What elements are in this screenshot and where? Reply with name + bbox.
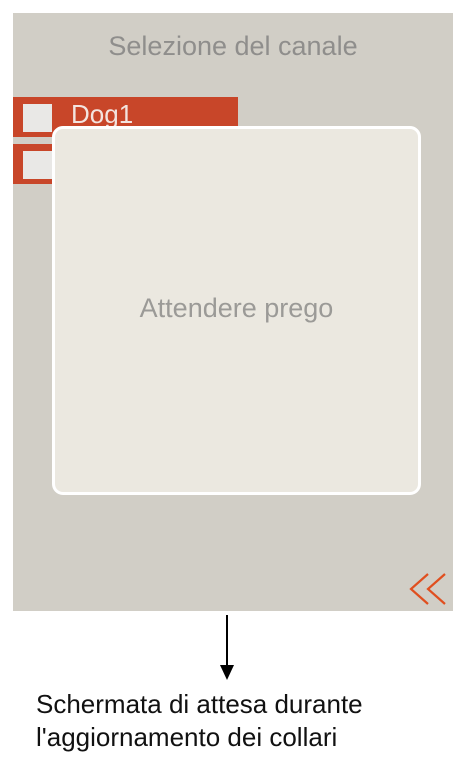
double-chevron-left-icon [409, 573, 446, 605]
device-screen: Selezione del canale Dog1 Attendere preg… [13, 13, 453, 611]
page-title: Selezione del canale [108, 31, 358, 61]
caption-line-2: l'aggiornamento dei collari [36, 722, 338, 752]
wait-dialog: Attendere prego [52, 126, 421, 495]
channel-checkbox[interactable] [23, 104, 52, 132]
channel-checkbox[interactable] [23, 151, 52, 179]
caption-line-1: Schermata di attesa durante [36, 689, 363, 719]
back-button[interactable] [405, 571, 453, 607]
caption: Schermata di attesa durante l'aggiorname… [36, 688, 363, 754]
wait-message: Attendere prego [139, 293, 334, 323]
down-arrow-icon [218, 615, 236, 681]
